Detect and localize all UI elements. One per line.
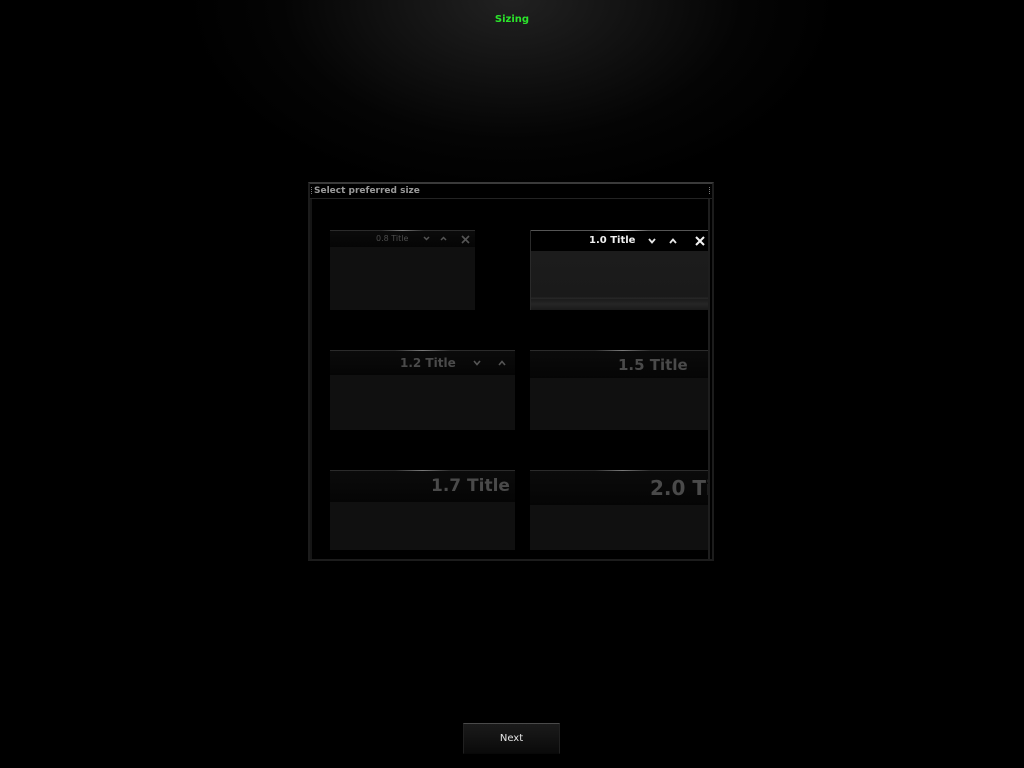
preview-titlebar: 1.5 Title: [530, 350, 708, 378]
size-option-1-5[interactable]: 1.5 Title: [530, 350, 708, 430]
preview-content: [330, 375, 515, 430]
dialog-title: Select preferred size: [314, 186, 420, 196]
preview-titlebar: 1.2 Title: [330, 350, 515, 375]
preview-title: 1.2 Title: [400, 356, 456, 370]
preview-title: 1.7 Title: [431, 476, 510, 496]
chevron-down-icon: [473, 360, 481, 366]
close-icon: [461, 235, 470, 244]
size-option-1-7[interactable]: 1.7 Title: [330, 470, 515, 550]
size-option-2-0[interactable]: 2.0 Title: [530, 470, 708, 550]
preview-title: 1.5 Title: [618, 356, 688, 374]
preview-content: [330, 247, 475, 310]
dialog-header: Select preferred size: [310, 184, 712, 199]
preview-titlebar: 2.0 Title: [530, 470, 708, 505]
page-title: Sizing: [494, 14, 530, 25]
preview-titlebar: 1.0 Title: [531, 230, 708, 251]
grip-right-icon: [709, 187, 711, 194]
size-option-1-0[interactable]: 1.0 Title: [530, 230, 708, 310]
chevron-up-icon: [440, 236, 447, 241]
next-button[interactable]: Next: [463, 723, 560, 754]
preview-titlebar: 1.7 Title: [330, 470, 515, 502]
preview-title: 1.0 Title: [589, 235, 636, 246]
preview-content: [330, 502, 515, 550]
size-options-grid: 0.8 Title 1.0 Title 1.2 Title 1.5 Title …: [310, 199, 710, 559]
chevron-down-icon: [648, 238, 656, 244]
preview-title: 2.0 Title: [650, 476, 708, 500]
size-select-dialog: Select preferred size 0.8 Title 1.0 Titl…: [308, 182, 714, 561]
preview-titlebar: 0.8 Title: [330, 230, 475, 247]
preview-content: [530, 378, 708, 430]
sizing-screen: Sizing Select preferred size 0.8 Title 1…: [0, 0, 1024, 768]
chevron-up-icon: [669, 238, 677, 244]
preview-content: [530, 505, 708, 550]
preview-title: 0.8 Title: [376, 234, 409, 243]
chevron-down-icon: [423, 236, 430, 241]
chevron-up-icon: [498, 360, 506, 366]
size-option-0-8[interactable]: 0.8 Title: [330, 230, 475, 310]
size-option-1-2[interactable]: 1.2 Title: [330, 350, 515, 430]
close-icon: [695, 236, 705, 246]
preview-content: [531, 251, 708, 310]
grip-left-icon: [311, 187, 313, 194]
